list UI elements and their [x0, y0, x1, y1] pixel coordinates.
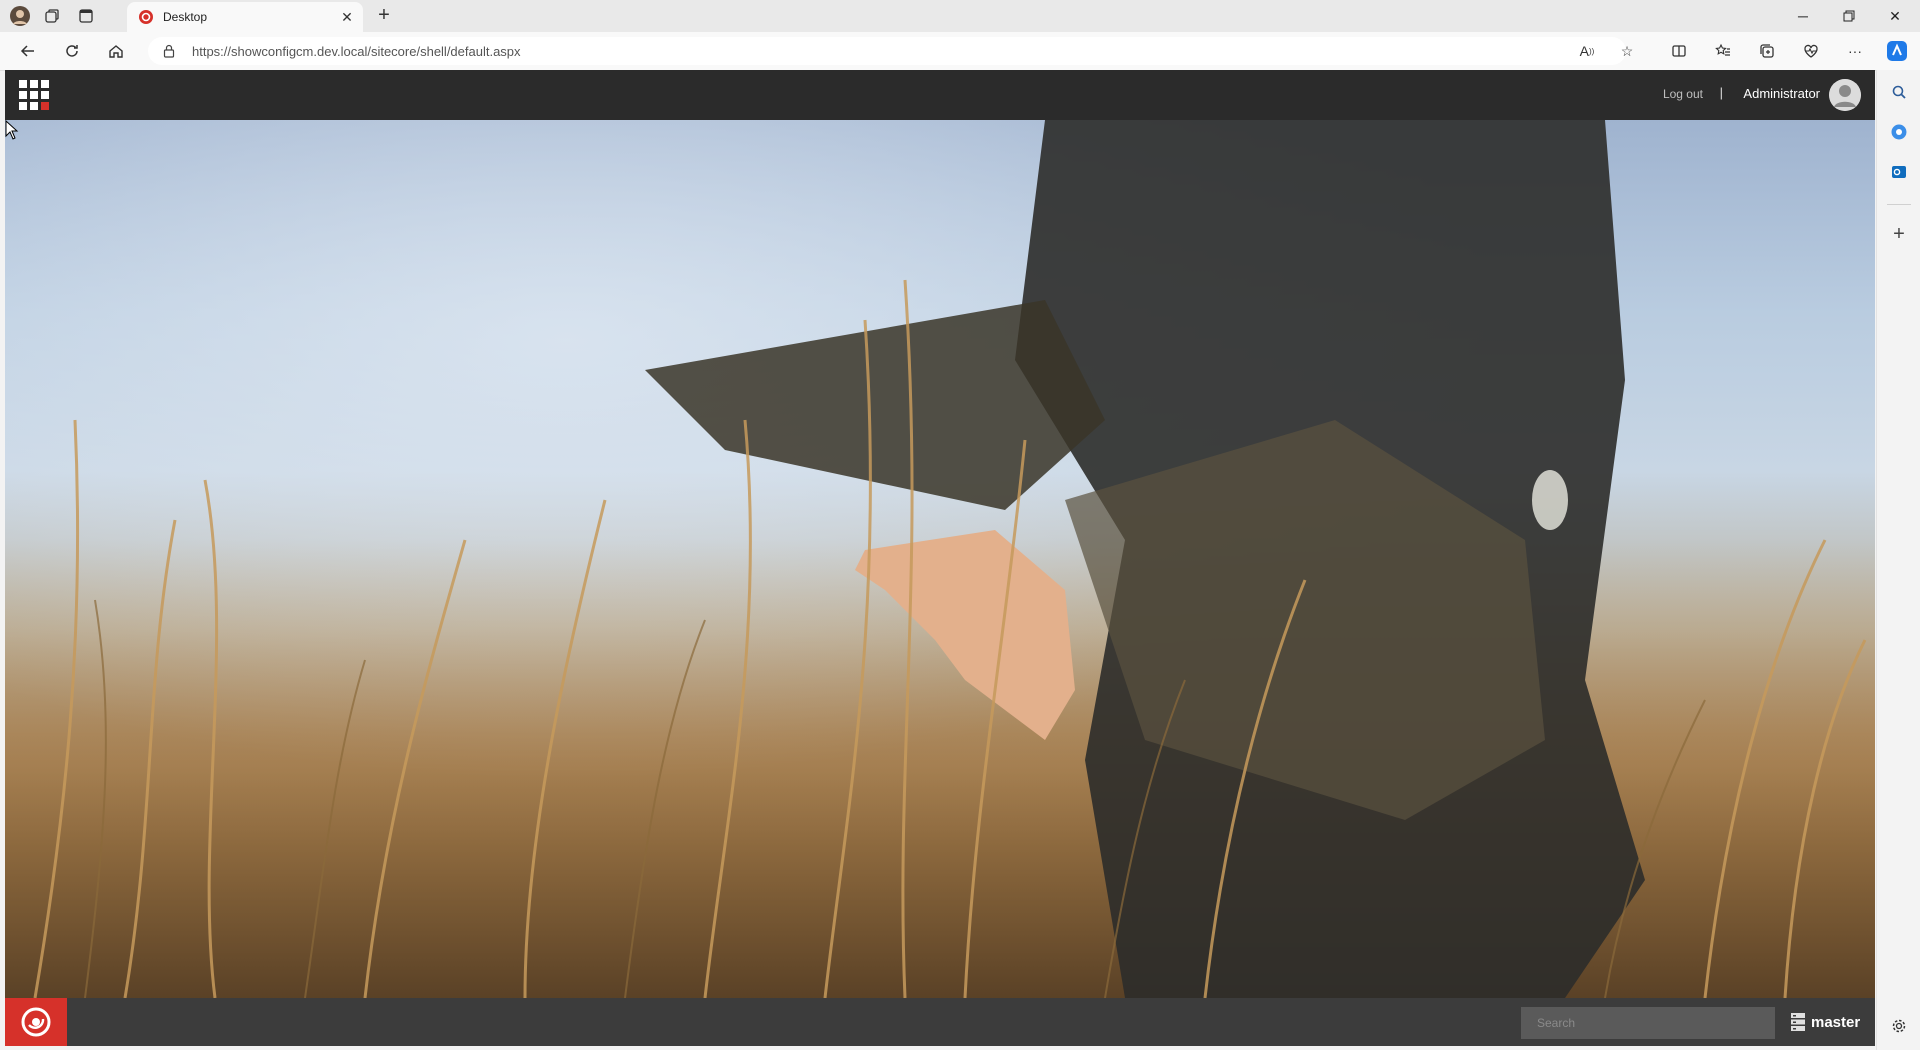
plus-icon[interactable]: +: [1887, 222, 1911, 246]
start-button[interactable]: [5, 998, 67, 1046]
username[interactable]: Administrator: [1743, 86, 1820, 101]
tab-desktop[interactable]: Desktop ✕: [127, 2, 363, 32]
split-screen-icon[interactable]: [1666, 39, 1692, 63]
close-window-button[interactable]: ✕: [1872, 0, 1918, 32]
collections-icon[interactable]: [1754, 39, 1780, 63]
logout-link[interactable]: Log out: [1663, 87, 1703, 101]
settings-icon[interactable]: [1887, 1014, 1911, 1038]
more-icon[interactable]: ···: [1842, 39, 1868, 63]
lock-icon: [163, 44, 175, 58]
favorites-icon[interactable]: [1710, 39, 1736, 63]
workspaces-icon[interactable]: [42, 6, 62, 26]
desktop-wallpaper: [5, 120, 1875, 998]
database-name: master: [1811, 1013, 1861, 1031]
back-arrow-icon: [20, 45, 34, 57]
sitecore-desktop: Log out | Administrator Search master: [5, 70, 1875, 1046]
outlook-icon[interactable]: [1887, 160, 1911, 184]
search-icon[interactable]: [1887, 80, 1911, 104]
sitecore-taskbar: master: [5, 998, 1875, 1046]
database-selector[interactable]: master: [1791, 1011, 1860, 1033]
back-button[interactable]: [14, 39, 42, 63]
refresh-icon: [66, 45, 78, 57]
browser-tab-bar: Desktop ✕ + ─ ✕: [0, 0, 1920, 32]
refresh-button[interactable]: [58, 39, 86, 63]
home-button[interactable]: [102, 39, 130, 63]
restore-button[interactable]: [1826, 0, 1872, 32]
database-icon: [1791, 1013, 1805, 1031]
user-avatar[interactable]: [1829, 79, 1861, 111]
office-icon[interactable]: [1887, 120, 1911, 144]
heart-pulse-icon[interactable]: [1798, 39, 1824, 63]
copilot-icon[interactable]: [1884, 39, 1910, 63]
address-field[interactable]: https://showconfigcm.dev.local/sitecore/…: [148, 37, 1626, 65]
tab-title: Desktop: [163, 10, 208, 24]
minimize-button[interactable]: ─: [1780, 0, 1826, 32]
mouse-cursor: [5, 120, 19, 140]
browser-address-bar: https://showconfigcm.dev.local/sitecore/…: [0, 32, 1920, 71]
taskbar-search-input[interactable]: [1521, 1007, 1775, 1039]
edge-sidebar: +: [1876, 70, 1920, 1050]
profile-avatar[interactable]: [10, 6, 30, 26]
close-tab-icon[interactable]: ✕: [337, 9, 357, 26]
header-separator: |: [1719, 85, 1723, 100]
apps-grid-icon[interactable]: [19, 80, 49, 110]
sidebar-divider: [1887, 204, 1911, 205]
sitecore-favicon: [139, 10, 153, 24]
home-icon: [109, 45, 123, 58]
url-text: https://showconfigcm.dev.local/sitecore/…: [192, 43, 521, 59]
sitecore-logo-icon: [21, 1007, 51, 1037]
new-tab-button[interactable]: +: [372, 4, 396, 28]
favorite-star-icon[interactable]: ☆: [1614, 39, 1640, 63]
tab-actions-icon[interactable]: [76, 6, 96, 26]
read-aloud-icon[interactable]: A)): [1574, 39, 1600, 63]
sitecore-header: Log out | Administrator: [5, 70, 1875, 120]
